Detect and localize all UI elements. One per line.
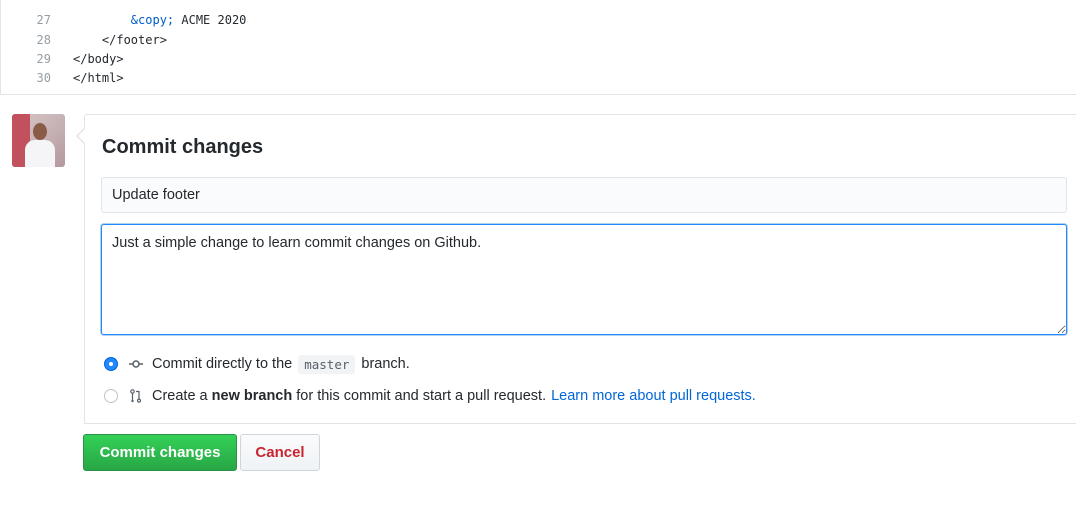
line-number: 27 bbox=[36, 13, 51, 27]
new-branch-label-suffix: for this commit and start a pull request… bbox=[296, 388, 547, 404]
new-branch-radio[interactable] bbox=[104, 389, 118, 403]
form-divider bbox=[84, 423, 1076, 424]
line-number: 29 bbox=[36, 52, 51, 66]
code-text: </html> bbox=[73, 71, 124, 85]
git-commit-icon bbox=[128, 359, 144, 369]
commit-direct-radio[interactable] bbox=[104, 357, 118, 371]
commit-description-input[interactable]: Just a simple change to learn commit cha… bbox=[101, 224, 1067, 335]
code-line: 28 </footer> bbox=[1, 31, 1076, 50]
code-text: </footer> bbox=[101, 33, 167, 47]
learn-more-pull-requests-link[interactable]: Learn more about pull requests. bbox=[551, 388, 756, 404]
line-number: 30 bbox=[36, 71, 51, 85]
commit-summary-input[interactable] bbox=[101, 177, 1067, 213]
branch-name: master bbox=[298, 354, 356, 374]
user-avatar[interactable] bbox=[12, 114, 65, 167]
cancel-button[interactable]: Cancel bbox=[240, 434, 320, 471]
code-text: &copy; ACME 2020 bbox=[130, 13, 247, 27]
code-line: 29 </body> bbox=[1, 50, 1076, 69]
code-line: 27 &copy; ACME 2020 bbox=[1, 11, 1076, 30]
commit-direct-label-prefix: Commit directly to the bbox=[152, 356, 293, 372]
avatar-body bbox=[25, 140, 55, 167]
commit-direct-label-suffix: branch. bbox=[361, 356, 410, 372]
code-preview: 27 &copy; ACME 2020 28 </footer> 29 </bo… bbox=[0, 0, 1076, 95]
code-line: 30 </html> bbox=[1, 69, 1076, 88]
new-branch-option[interactable]: Create a new branch for this commit and … bbox=[104, 385, 756, 407]
git-pull-request-icon bbox=[128, 389, 144, 403]
line-number: 28 bbox=[36, 33, 51, 47]
commit-direct-option[interactable]: Commit directly to the master branch. bbox=[104, 353, 410, 375]
commit-changes-button[interactable]: Commit changes bbox=[83, 434, 237, 471]
comment-caret-inner bbox=[78, 129, 85, 143]
code-text: </body> bbox=[73, 52, 124, 66]
commit-title: Commit changes bbox=[102, 136, 264, 158]
new-branch-label-bold: new branch bbox=[211, 388, 293, 404]
avatar-head bbox=[33, 123, 47, 140]
new-branch-label-prefix: Create a bbox=[152, 388, 208, 404]
